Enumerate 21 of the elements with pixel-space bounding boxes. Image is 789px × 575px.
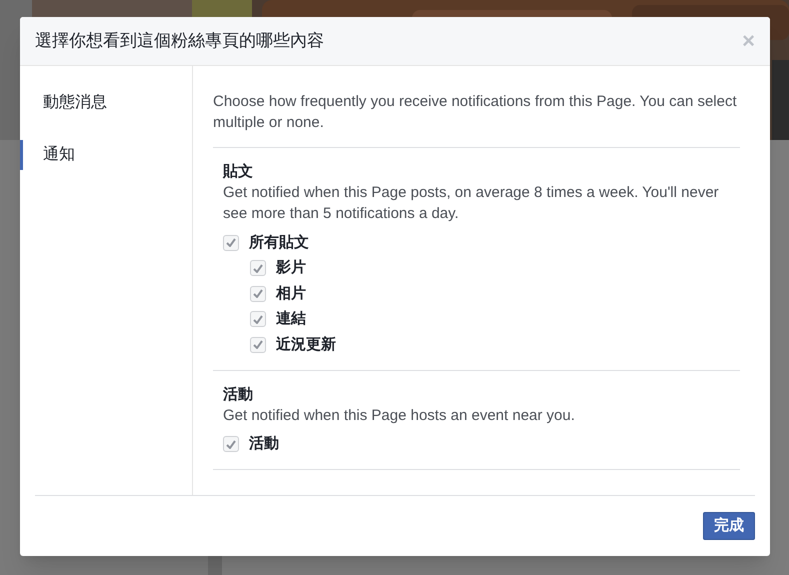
nav-item[interactable]: 動態消息 bbox=[20, 88, 192, 118]
intro-text: Choose how frequently you receive notifications from this Page. You can select multiple or none. bbox=[213, 91, 740, 148]
done-button[interactable]: 完成 bbox=[703, 512, 755, 540]
checkbox[interactable] bbox=[223, 436, 239, 452]
checkbox[interactable] bbox=[250, 286, 266, 302]
section-description: Get notified when this Page posts, on average 8 times a week. You'll never see more than 5 notifications a day. bbox=[223, 183, 720, 224]
section-description: Get notified when this Page hosts an event near you. bbox=[223, 406, 576, 426]
section-title: 活動 bbox=[223, 384, 254, 404]
checkbox[interactable] bbox=[250, 336, 266, 353]
option-label: 所有貼文 bbox=[249, 232, 309, 252]
option-label: 連結 bbox=[276, 309, 306, 329]
checkbox[interactable] bbox=[250, 260, 266, 276]
option-label: 影片 bbox=[276, 258, 306, 278]
section-title: 貼文 bbox=[223, 162, 254, 182]
option-label: 相片 bbox=[276, 284, 306, 304]
dialog-title: 選擇你想看到這個粉絲專頁的哪些內容 bbox=[35, 30, 324, 52]
checkbox[interactable] bbox=[250, 311, 266, 328]
option-label: 活動 bbox=[249, 434, 279, 454]
checkbox[interactable] bbox=[223, 234, 239, 251]
nav-item[interactable]: 通知 bbox=[20, 140, 192, 170]
option-label: 近況更新 bbox=[276, 334, 336, 354]
